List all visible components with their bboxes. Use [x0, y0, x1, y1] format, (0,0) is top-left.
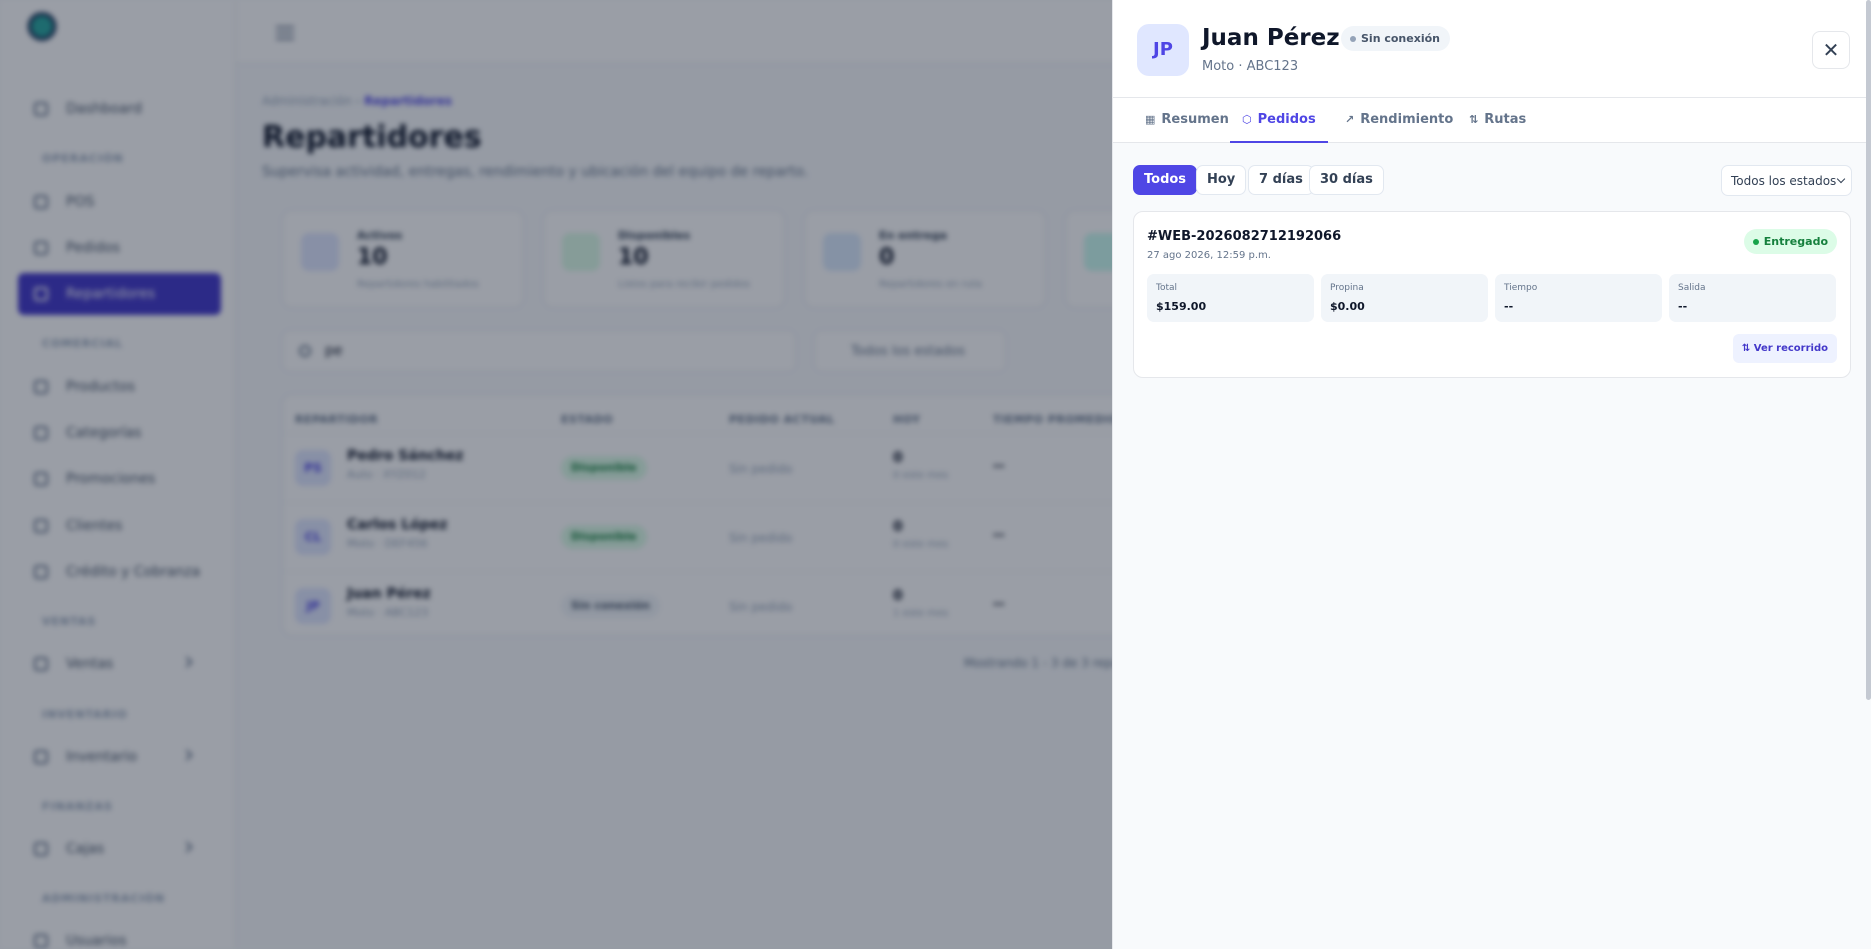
- metric-label: Total: [1156, 283, 1178, 293]
- filter-hoy[interactable]: Hoy: [1196, 165, 1247, 195]
- tab-resumen[interactable]: ▦ Resumen: [1133, 98, 1241, 143]
- tab-label: Pedidos: [1257, 112, 1316, 127]
- filter-30-dias[interactable]: 30 días: [1309, 165, 1384, 195]
- metric-total: Total $159.00: [1147, 274, 1314, 322]
- grid-icon: ▦: [1145, 113, 1156, 126]
- scrollbar[interactable]: [1866, 0, 1871, 700]
- view-route-button[interactable]: ⇅ Ver recorrido: [1732, 334, 1837, 363]
- tab-label: Rutas: [1484, 112, 1527, 127]
- status-select[interactable]: Todos los estados: [1721, 165, 1852, 196]
- order-card: #WEB-2026082712192066 27 ago 2026, 12:59…: [1133, 211, 1851, 378]
- tab-label: Resumen: [1161, 112, 1229, 127]
- metric-tiempo: Tiempo --: [1495, 274, 1662, 322]
- drawer-tabs: ▦ Resumen ⬡ Pedidos ↗ Rendimiento ⇅ Rutas: [1113, 98, 1871, 143]
- chevron-down-icon: [1836, 174, 1846, 184]
- status-select-value: Todos los estados: [1731, 174, 1837, 188]
- tab-label: Rendimiento: [1360, 112, 1454, 127]
- driver-name: Juan Pérez: [1202, 25, 1340, 51]
- chart-icon: ↗: [1345, 113, 1355, 126]
- metric-label: Salida: [1678, 283, 1706, 293]
- metric-salida: Salida --: [1669, 274, 1836, 322]
- metric-value: $0.00: [1330, 300, 1365, 313]
- metric-label: Propina: [1330, 283, 1364, 293]
- metric-propina: Propina $0.00: [1321, 274, 1488, 322]
- close-button[interactable]: ✕: [1812, 31, 1850, 69]
- order-status-badge: Entregado: [1743, 229, 1837, 254]
- tab-pedidos[interactable]: ⬡ Pedidos: [1230, 98, 1328, 143]
- filter-todos[interactable]: Todos: [1133, 165, 1198, 195]
- metric-value: --: [1678, 300, 1688, 313]
- drawer-header: JP Juan Pérez Sin conexión Moto · ABC123…: [1113, 0, 1871, 98]
- metric-value: $159.00: [1156, 300, 1207, 313]
- filter-7-dias[interactable]: 7 días: [1248, 165, 1314, 195]
- route-icon: ⇅: [1741, 343, 1754, 354]
- metric-value: --: [1504, 300, 1514, 313]
- order-date: 27 ago 2026, 12:59 p.m.: [1147, 250, 1271, 261]
- avatar: JP: [1137, 24, 1189, 76]
- driver-detail-drawer: JP Juan Pérez Sin conexión Moto · ABC123…: [1112, 0, 1871, 949]
- tab-rutas[interactable]: ⇅ Rutas: [1457, 98, 1538, 143]
- close-icon: ✕: [1822, 38, 1840, 62]
- metric-label: Tiempo: [1504, 283, 1538, 293]
- tab-rendimiento[interactable]: ↗ Rendimiento: [1333, 98, 1465, 143]
- status-badge: Sin conexión: [1341, 26, 1450, 51]
- driver-vehicle: Moto · ABC123: [1202, 59, 1299, 74]
- box-icon: ⬡: [1242, 113, 1252, 126]
- order-code: #WEB-2026082712192066: [1147, 229, 1342, 244]
- route-icon: ⇅: [1469, 113, 1479, 126]
- view-route-label: Ver recorrido: [1753, 343, 1828, 354]
